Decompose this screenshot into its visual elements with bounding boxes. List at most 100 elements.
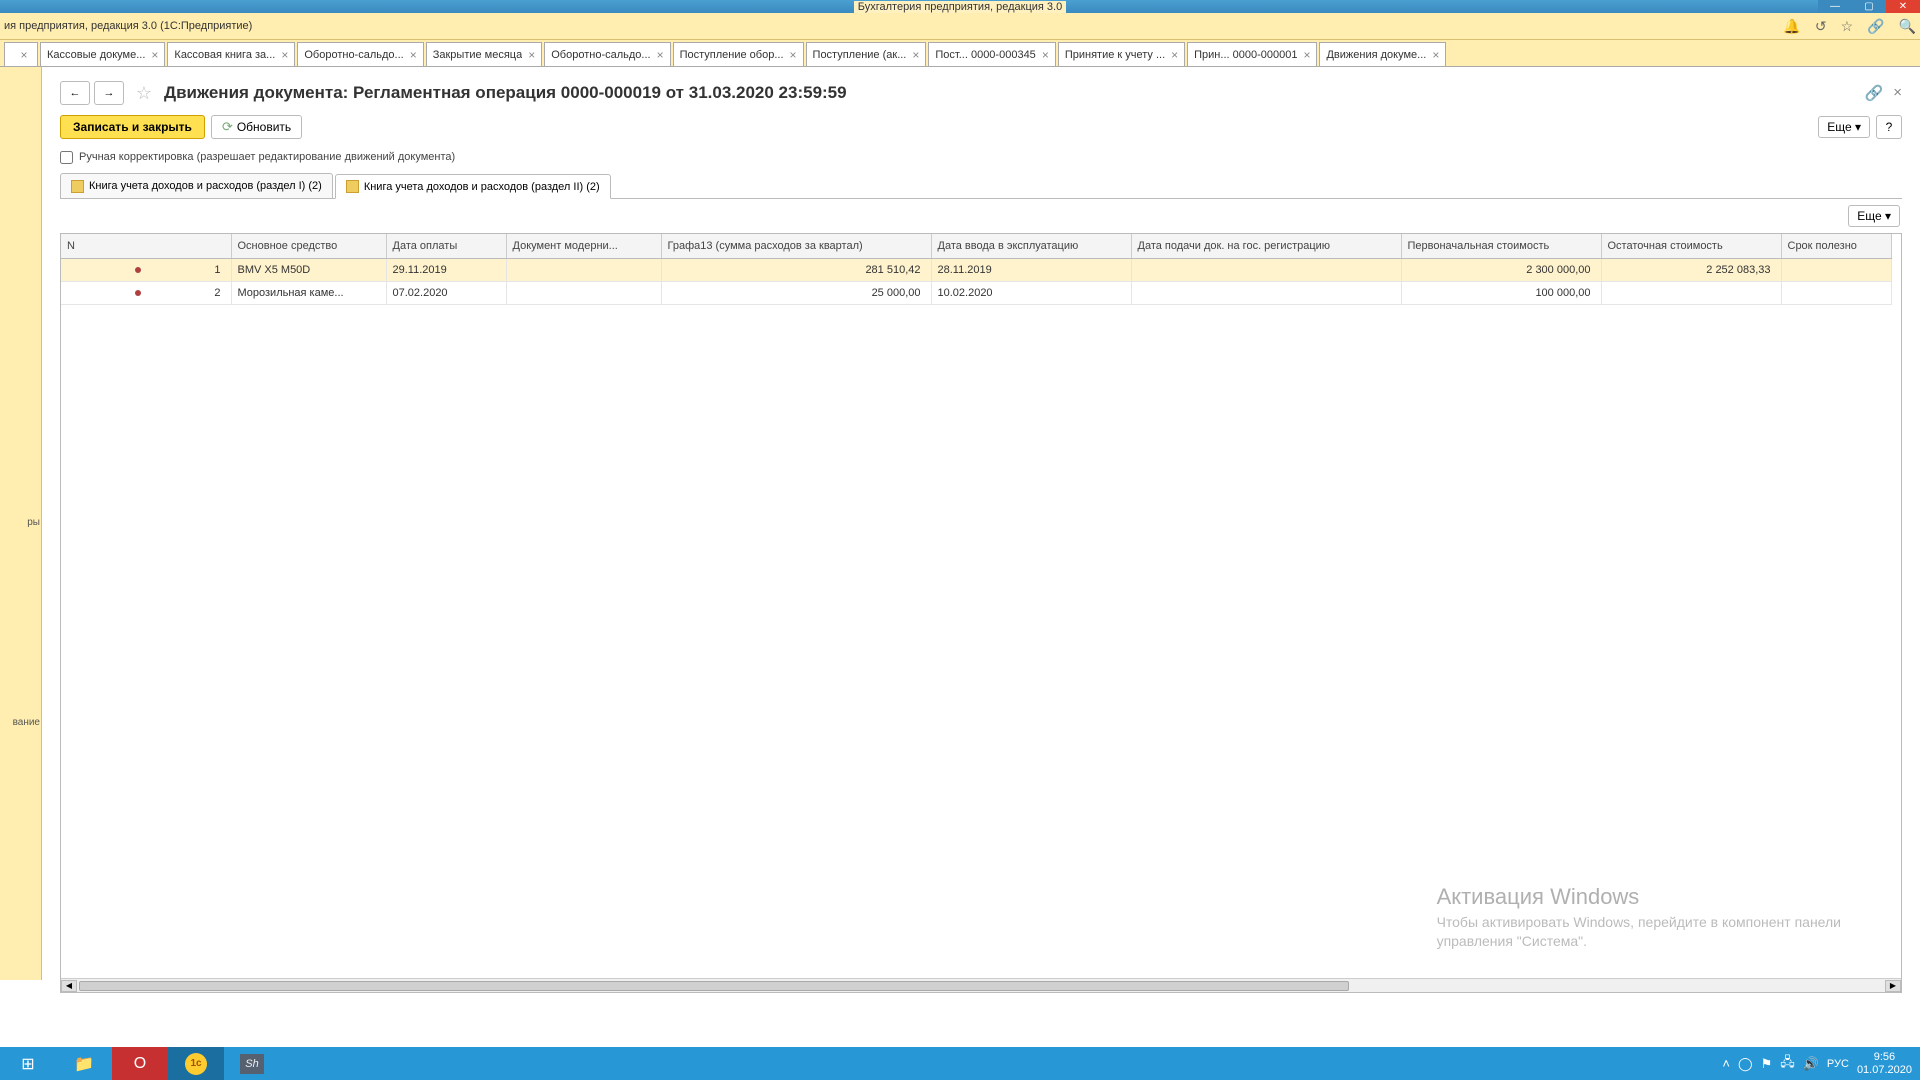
minimize-button[interactable]: — bbox=[1818, 0, 1852, 13]
col-g13[interactable]: Графа13 (сумма расходов за квартал) bbox=[661, 234, 931, 259]
refresh-button[interactable]: ⟳Обновить bbox=[211, 115, 302, 139]
tab-item-active[interactable]: Движения докуме...× bbox=[1319, 42, 1446, 66]
close-icon[interactable]: × bbox=[1171, 48, 1178, 62]
tray-lang[interactable]: РУС bbox=[1827, 1058, 1849, 1070]
close-icon[interactable]: × bbox=[151, 48, 158, 62]
col-expdate[interactable]: Дата ввода в эксплуатацию bbox=[931, 234, 1131, 259]
data-table: N Основное средство Дата оплаты Документ… bbox=[61, 234, 1892, 305]
more-button[interactable]: Еще ▾ bbox=[1818, 116, 1870, 138]
table-row[interactable]: 2 Морозильная каме... 07.02.2020 25 000,… bbox=[61, 282, 1891, 305]
col-asset[interactable]: Основное средство bbox=[231, 234, 386, 259]
scroll-thumb[interactable] bbox=[79, 981, 1349, 991]
close-panel-icon[interactable]: × bbox=[1893, 84, 1902, 102]
close-icon[interactable]: × bbox=[528, 48, 535, 62]
col-paydate[interactable]: Дата оплаты bbox=[386, 234, 506, 259]
favorite-button[interactable]: ☆ bbox=[132, 81, 156, 105]
opera-task[interactable]: O bbox=[112, 1047, 168, 1080]
tab-item[interactable]: Принятие к учету ...× bbox=[1058, 42, 1185, 66]
close-button[interactable]: ✕ bbox=[1886, 0, 1920, 13]
tab-initial[interactable]: × bbox=[4, 42, 38, 66]
stub-text-2: вание bbox=[0, 717, 40, 728]
table-more-button[interactable]: Еще ▾ bbox=[1848, 205, 1900, 227]
tab-item[interactable]: Кассовые докуме...× bbox=[40, 42, 165, 66]
tab-item[interactable]: Кассовая книга за...× bbox=[167, 42, 295, 66]
close-icon[interactable]: × bbox=[1303, 48, 1310, 62]
sh-task[interactable]: Sh bbox=[224, 1047, 280, 1080]
tray-chevron-icon[interactable]: ˄ bbox=[1722, 1056, 1730, 1071]
table-header-row: N Основное средство Дата оплаты Документ… bbox=[61, 234, 1891, 259]
left-nav-stub: ры вание bbox=[0, 67, 42, 980]
tab-item[interactable]: Закрытие месяца× bbox=[426, 42, 543, 66]
help-button[interactable]: ? bbox=[1876, 115, 1902, 139]
explorer-task[interactable]: 📁 bbox=[56, 1047, 112, 1080]
tab-item[interactable]: Пост... 0000-000345× bbox=[928, 42, 1055, 66]
start-button[interactable]: ⊞ bbox=[0, 1047, 56, 1080]
close-icon[interactable]: × bbox=[790, 48, 797, 62]
menubar-right-icons: 🔔 ↺ ☆ 🔗 🔍 bbox=[1783, 18, 1916, 35]
col-moddoc[interactable]: Документ модерни... bbox=[506, 234, 661, 259]
table-row[interactable]: 1 BMV X5 M50D 29.11.2019 281 510,42 28.1… bbox=[61, 259, 1891, 282]
close-icon[interactable]: × bbox=[912, 48, 919, 62]
system-tray: ˄ ◯ ⚑ 🖧 🔊 РУС 9:56 01.07.2020 bbox=[1722, 1051, 1920, 1075]
nav-back-button[interactable]: ← bbox=[60, 81, 90, 105]
doc-title: Движения документа: Регламентная операци… bbox=[164, 83, 847, 103]
star-icon[interactable]: ☆ bbox=[1841, 18, 1854, 35]
row-marker-icon bbox=[135, 290, 141, 296]
col-residual[interactable]: Остаточная стоимость bbox=[1601, 234, 1781, 259]
tab-item[interactable]: Поступление (ак...× bbox=[806, 42, 927, 66]
close-icon[interactable]: × bbox=[281, 48, 288, 62]
col-n[interactable]: N bbox=[61, 234, 231, 259]
manual-edit-checkbox[interactable] bbox=[60, 151, 73, 164]
close-icon[interactable]: × bbox=[410, 48, 417, 62]
tray-volume-icon[interactable]: 🔊 bbox=[1803, 1056, 1819, 1072]
toolbar: Записать и закрыть ⟳Обновить Еще ▾ ? bbox=[60, 111, 1902, 143]
close-icon[interactable]: × bbox=[657, 48, 664, 62]
manual-edit-row: Ручная корректировка (разрешает редактир… bbox=[60, 145, 1902, 169]
tray-network-icon[interactable]: 🖧 bbox=[1780, 1053, 1795, 1075]
app-name: ия предприятия, редакция 3.0 (1С:Предпри… bbox=[4, 20, 252, 32]
tray-clock[interactable]: 9:56 01.07.2020 bbox=[1857, 1051, 1912, 1075]
col-initial[interactable]: Первоначальная стоимость bbox=[1401, 234, 1601, 259]
search-icon[interactable]: 🔍 bbox=[1899, 18, 1916, 35]
tab-item[interactable]: Прин... 0000-000001× bbox=[1187, 42, 1317, 66]
close-icon[interactable]: × bbox=[20, 48, 27, 62]
horizontal-scrollbar[interactable]: ◀ ▶ bbox=[61, 978, 1901, 992]
window-title: Бухгалтерия предприятия, редакция 3.0 bbox=[854, 1, 1066, 13]
col-regdate[interactable]: Дата подачи док. на гос. регистрацию bbox=[1131, 234, 1401, 259]
close-icon[interactable]: × bbox=[1042, 48, 1049, 62]
taskbar: ⊞ 📁 O 1c Sh ˄ ◯ ⚑ 🖧 🔊 РУС 9:56 01.07.202… bbox=[0, 1047, 1920, 1080]
inner-tab-section2[interactable]: Книга учета доходов и расходов (раздел I… bbox=[335, 174, 611, 199]
tab-strip: × Кассовые докуме...× Кассовая книга за.… bbox=[0, 40, 1920, 67]
nav-forward-button[interactable]: → bbox=[94, 81, 124, 105]
tray-sync-icon[interactable]: ◯ bbox=[1738, 1056, 1753, 1072]
activation-watermark: Активация Windows Чтобы активировать Win… bbox=[1437, 882, 1841, 952]
tray-flag-icon[interactable]: ⚑ bbox=[1761, 1056, 1773, 1072]
save-close-button[interactable]: Записать и закрыть bbox=[60, 115, 205, 139]
app-menubar: ия предприятия, редакция 3.0 (1С:Предпри… bbox=[0, 13, 1920, 40]
close-icon[interactable]: × bbox=[1432, 48, 1439, 62]
tab-item[interactable]: Оборотно-сальдо...× bbox=[544, 42, 670, 66]
stub-text-1: ры bbox=[0, 517, 40, 528]
table-container: N Основное средство Дата оплаты Документ… bbox=[60, 233, 1902, 993]
scroll-left-button[interactable]: ◀ bbox=[61, 980, 77, 992]
clip-icon[interactable]: 🔗 bbox=[1865, 84, 1884, 102]
history-icon[interactable]: ↺ bbox=[1815, 18, 1827, 35]
scroll-track[interactable] bbox=[77, 980, 1885, 992]
doc-header: ← → ☆ Движения документа: Регламентная о… bbox=[60, 75, 1902, 111]
tab-item[interactable]: Поступление обор...× bbox=[673, 42, 804, 66]
doc-icon bbox=[346, 180, 359, 193]
link-icon[interactable]: 🔗 bbox=[1867, 18, 1884, 35]
row-marker-icon bbox=[135, 267, 141, 273]
tab-item[interactable]: Оборотно-сальдо...× bbox=[297, 42, 423, 66]
maximize-button[interactable]: ▢ bbox=[1852, 0, 1886, 13]
scroll-right-button[interactable]: ▶ bbox=[1885, 980, 1901, 992]
bell-icon[interactable]: 🔔 bbox=[1783, 18, 1800, 35]
manual-edit-label: Ручная корректировка (разрешает редактир… bbox=[79, 151, 455, 163]
col-useful[interactable]: Срок полезно bbox=[1781, 234, 1891, 259]
reload-icon: ⟳ bbox=[222, 119, 233, 135]
window-titlebar: Бухгалтерия предприятия, редакция 3.0 — … bbox=[0, 0, 1920, 13]
inner-tab-section1[interactable]: Книга учета доходов и расходов (раздел I… bbox=[60, 173, 333, 198]
1c-task[interactable]: 1c bbox=[168, 1047, 224, 1080]
main-content: ← → ☆ Движения документа: Регламентная о… bbox=[42, 67, 1920, 980]
doc-icon bbox=[71, 180, 84, 193]
